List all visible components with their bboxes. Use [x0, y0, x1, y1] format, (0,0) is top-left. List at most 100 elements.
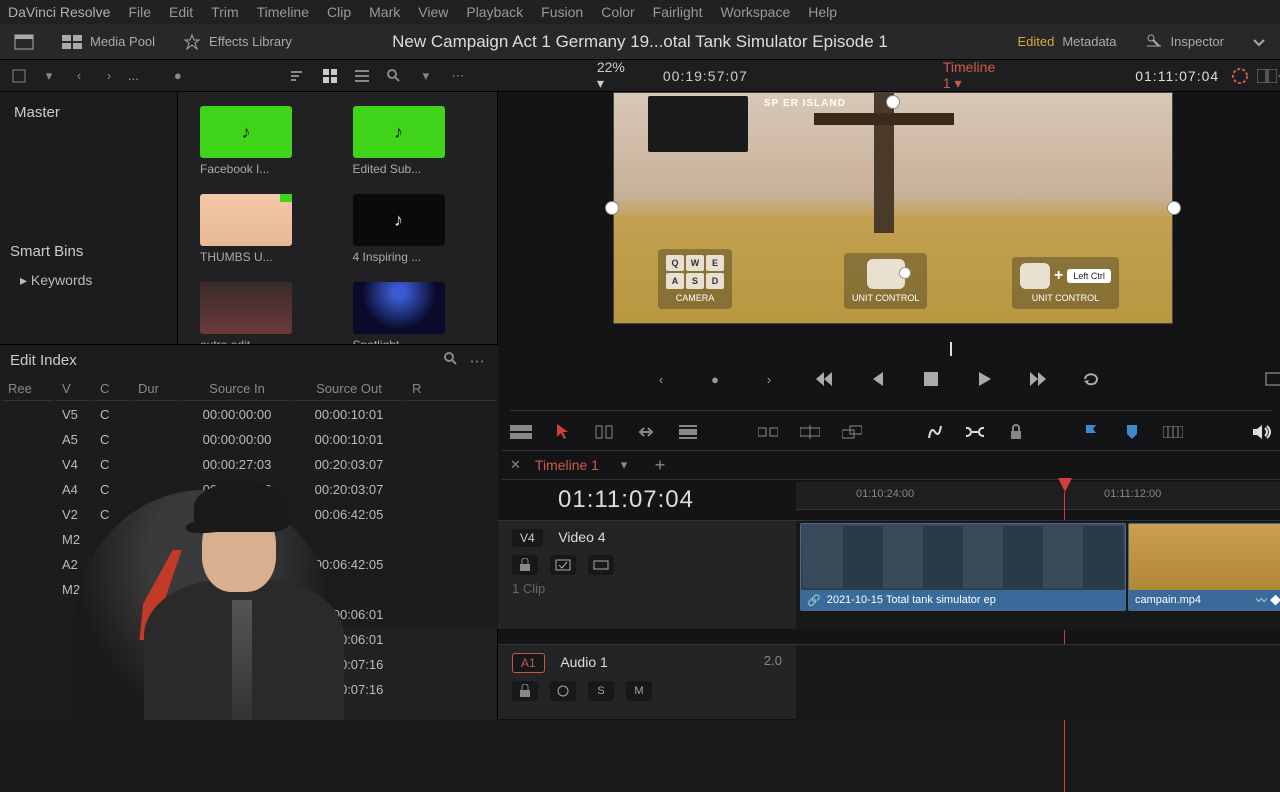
mark-dot-icon[interactable]: ● [702, 368, 728, 390]
selection-tool-icon[interactable] [554, 422, 572, 442]
edit-index-row[interactable]: A5C00:00:00:0000:00:10:01 [2, 428, 496, 451]
next-frame-button[interactable] [1026, 368, 1052, 390]
edit-index-search-icon[interactable] [440, 349, 462, 369]
viewer-scrubber[interactable] [518, 344, 1272, 354]
layout-button[interactable] [0, 34, 48, 50]
expand-button[interactable] [1238, 34, 1280, 50]
stop-button[interactable] [918, 368, 944, 390]
track-v4-header[interactable]: V4 Video 4 1 Clip [498, 520, 796, 630]
menu-trim[interactable]: Trim [211, 4, 238, 20]
menu-edit[interactable]: Edit [169, 4, 193, 20]
menu-help[interactable]: Help [808, 4, 837, 20]
program-viewer[interactable]: SP ER ISLAND QWEASD CAMERA UNIT CONTROL … [613, 92, 1173, 324]
timeline-tab-chevron[interactable]: ▾ [613, 455, 635, 475]
loop-button[interactable] [1080, 368, 1106, 390]
track-lock-icon[interactable] [512, 555, 538, 575]
dynamic-trim-icon[interactable] [636, 422, 656, 442]
search-icon[interactable] [383, 66, 405, 86]
viewer-zoom[interactable]: 22% ▾ [597, 59, 625, 92]
timeline-timecode[interactable]: 01:11:07:04 [558, 486, 694, 514]
replace-clip-icon[interactable] [842, 422, 862, 442]
edit-index-row[interactable]: M200:00:11:22 [2, 528, 496, 551]
first-frame-button[interactable] [810, 368, 836, 390]
menu-workspace[interactable]: Workspace [720, 4, 790, 20]
menu-app[interactable]: DaVinci Resolve [8, 4, 110, 20]
menu-playback[interactable]: Playback [466, 4, 523, 20]
clip-thumbs[interactable]: THUMBS U... [200, 194, 292, 264]
auto-select-icon[interactable] [550, 555, 576, 575]
bypass-fx-icon[interactable] [1231, 66, 1249, 86]
edit-index-row[interactable]: V4C00:00:27:0300:20:03:07 [2, 453, 496, 476]
edit-index-row[interactable]: 00:00:06:01 [2, 603, 496, 626]
menu-mark[interactable]: Mark [369, 4, 400, 20]
track-v4-tag[interactable]: V4 [512, 529, 543, 547]
lock-icon[interactable] [1006, 422, 1024, 442]
timeline-view-icon[interactable] [510, 422, 532, 442]
edit-index-more-icon[interactable]: ⋯ [466, 351, 488, 371]
effects-library-toggle[interactable]: Effects Library [169, 34, 306, 50]
menu-view[interactable]: View [418, 4, 448, 20]
trim-tool-icon[interactable] [594, 422, 614, 442]
track-a1-lock[interactable] [512, 681, 538, 701]
retime-icon[interactable] [926, 422, 944, 442]
timeline-name-header[interactable]: Timeline 1 ▾ [943, 59, 995, 92]
insert-clip-icon[interactable] [758, 422, 778, 442]
transform-handle-t[interactable] [886, 95, 900, 109]
track-a1-mute[interactable]: M [626, 681, 652, 701]
record-timecode[interactable]: 01:11:07:04 [1135, 68, 1219, 84]
transform-handle-l[interactable] [605, 201, 619, 215]
clip-facebook[interactable]: ♪Facebook I... [200, 106, 292, 176]
play-button[interactable] [972, 368, 998, 390]
flag-icon[interactable] [1082, 422, 1100, 442]
path-dots[interactable]: ... [128, 68, 139, 83]
edit-index-row[interactable]: V2C00:00:11:2200:06:42:05 [2, 503, 496, 526]
overwrite-clip-icon[interactable] [800, 422, 820, 442]
chevron-down-icon[interactable]: ▾ [38, 66, 60, 86]
mute-icon[interactable] [1252, 422, 1272, 442]
edit-index-row[interactable]: 00:00:07:16 [2, 653, 496, 676]
edit-index-row[interactable]: A200:00:11:2200:06:42:05 [2, 553, 496, 576]
keyboard-icon[interactable] [1163, 422, 1183, 442]
link-icon[interactable] [966, 422, 984, 442]
track-v4-lane[interactable]: 🔗2021-10-15 Total tank simulator ep camp… [796, 520, 1280, 630]
edit-index-row[interactable]: 00:00:06:01 [2, 628, 496, 651]
track-a1-header[interactable]: A1 Audio 1 2.0 S M [498, 644, 796, 720]
edit-index-row[interactable]: 00:00:07:16 [2, 678, 496, 701]
timeline-ruler[interactable]: 01:10:24:00 01:11:12:00 [796, 482, 1280, 510]
filter-chevron-icon[interactable]: ▾ [415, 66, 437, 86]
menu-fusion[interactable]: Fusion [541, 4, 583, 20]
add-timeline-icon[interactable]: + [649, 455, 671, 475]
blade-tool-icon[interactable] [678, 422, 696, 442]
close-timeline-icon[interactable]: ✕ [510, 457, 521, 473]
edit-index-row[interactable]: M2 [2, 578, 496, 601]
inspector-toggle[interactable]: Inspector [1131, 34, 1238, 50]
track-enable-icon[interactable] [588, 555, 614, 575]
menu-clip[interactable]: Clip [327, 4, 351, 20]
bin-view-icon[interactable] [8, 66, 30, 86]
slider-dot[interactable]: ● [167, 66, 189, 86]
more-icon[interactable]: ⋯ [447, 66, 469, 86]
match-frame-icon[interactable] [1262, 368, 1280, 390]
clip-outro[interactable]: outro edit ... [200, 282, 292, 352]
smart-bins-header[interactable]: Smart Bins [0, 237, 177, 266]
mark-out-icon[interactable]: › [756, 368, 782, 390]
grid-view-icon[interactable] [319, 66, 341, 86]
sort-icon[interactable] [287, 66, 309, 86]
menu-file[interactable]: File [128, 4, 151, 20]
source-timecode[interactable]: 00:19:57:07 [663, 68, 748, 84]
clip-inspiring[interactable]: ♪4 Inspiring ... [353, 194, 445, 264]
timeline-clip-2[interactable]: campain.mp4〰 ◆ [1128, 523, 1280, 611]
track-a1-solo[interactable]: S [588, 681, 614, 701]
master-bin[interactable]: Master [0, 98, 177, 127]
media-pool-toggle[interactable]: Media Pool [48, 34, 169, 49]
track-a1-tag[interactable]: A1 [512, 653, 545, 673]
dual-viewer-icon[interactable] [1257, 66, 1277, 86]
track-a1-arm[interactable] [550, 681, 576, 701]
edit-index-row[interactable]: A4C00:00:27:0300:20:03:07 [2, 478, 496, 501]
playhead[interactable] [1058, 478, 1072, 492]
prev-frame-button[interactable] [864, 368, 890, 390]
nav-back-icon[interactable]: ‹ [68, 66, 90, 86]
menu-color[interactable]: Color [601, 4, 634, 20]
menu-fairlight[interactable]: Fairlight [653, 4, 703, 20]
transform-handle-r[interactable] [1167, 201, 1181, 215]
